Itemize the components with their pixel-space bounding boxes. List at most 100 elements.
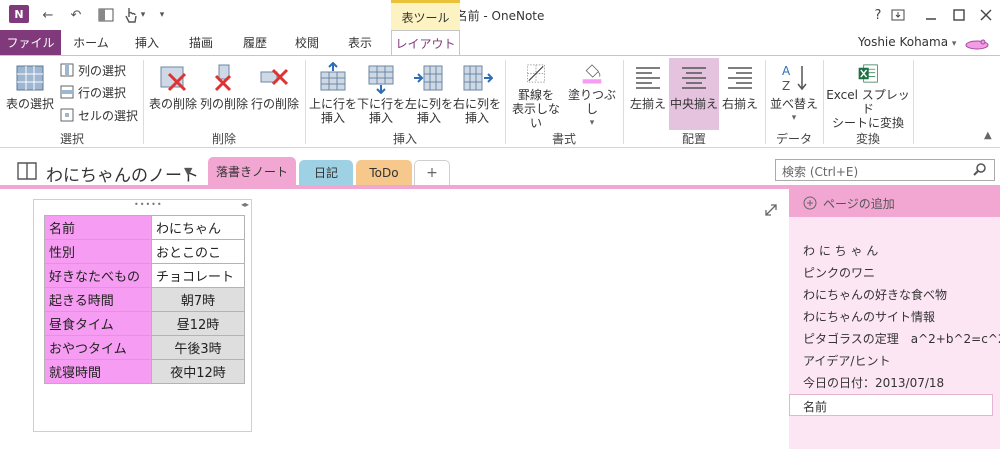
- tab-insert[interactable]: 挿入: [124, 30, 170, 55]
- align-right-label: 右揃え: [721, 97, 758, 111]
- align-center-icon: [682, 67, 706, 89]
- sort-button[interactable]: AZ 並べ替え ▾: [768, 58, 820, 130]
- align-left-icon: [636, 67, 660, 89]
- insert-column-left-button[interactable]: 左に列を 挿入: [405, 58, 453, 130]
- section-tab-diary[interactable]: 日記: [299, 160, 353, 185]
- tab-history[interactable]: 履歴: [232, 30, 278, 55]
- tab-review[interactable]: 校閲: [284, 30, 330, 55]
- page-item[interactable]: ピタゴラスの定理 a^2+b^2=c^2: [803, 330, 1000, 347]
- group-separator: [823, 60, 824, 144]
- search-icon[interactable]: [972, 162, 988, 179]
- align-center-button[interactable]: 中央揃え: [669, 58, 719, 130]
- touch-dropdown-icon[interactable]: ▾: [138, 5, 148, 25]
- table-key-cell[interactable]: 起きる時間: [44, 287, 152, 312]
- table-key-cell[interactable]: 名前: [44, 215, 152, 240]
- delete-table-button[interactable]: 表の削除: [148, 58, 198, 130]
- table-value-cell[interactable]: チョコレート: [151, 263, 245, 288]
- add-page-label: ページの追加: [823, 196, 895, 211]
- select-rows-label: 行の選択: [78, 85, 127, 100]
- select-rows-button[interactable]: 行の選択: [60, 82, 126, 102]
- insert-row-below-button[interactable]: 下に行を 挿入: [357, 58, 405, 130]
- add-section-button[interactable]: +: [414, 160, 450, 185]
- table-value-cell[interactable]: 夜中12時: [151, 359, 245, 384]
- minimize-icon[interactable]: [920, 5, 942, 25]
- delete-group-label: 削除: [211, 132, 236, 146]
- table-key-cell[interactable]: 就寝時間: [44, 359, 152, 384]
- table-value-cell[interactable]: 昼12時: [151, 311, 245, 336]
- section-tab-todo[interactable]: ToDo: [356, 160, 412, 185]
- table-row: 性別 おとこのこ: [44, 239, 245, 264]
- tab-home[interactable]: ホーム: [66, 30, 116, 55]
- search-input[interactable]: 検索 (Ctrl+E): [775, 159, 995, 181]
- shading-button[interactable]: 塗りつぶし ▾: [564, 58, 620, 130]
- notebook-dropdown-icon[interactable]: ▼: [184, 165, 192, 178]
- align-left-button[interactable]: 左揃え: [627, 58, 669, 130]
- delete-rows-icon: [260, 68, 289, 86]
- table-key-cell[interactable]: おやつタイム: [44, 335, 152, 360]
- maximize-icon[interactable]: [948, 5, 970, 25]
- shading-dropdown-icon[interactable]: ▾: [590, 116, 595, 130]
- title-bar: N ← ↶ ▾ ▾ 名前 - OneNote 表ツール ?: [0, 0, 1000, 30]
- table-value-cell[interactable]: おとこのこ: [151, 239, 245, 264]
- container-move-handle[interactable]: •••••: [134, 200, 163, 209]
- page-item[interactable]: わにちゃんの好きな食べ物: [803, 286, 947, 303]
- close-icon[interactable]: [975, 5, 997, 25]
- notebook-name[interactable]: わにちゃんのノート: [46, 161, 199, 186]
- insert-row-above-icon: [320, 62, 346, 91]
- tab-layout[interactable]: レイアウト: [391, 30, 460, 55]
- select-table-label: 表の選択: [5, 97, 54, 111]
- data-group-label: データ: [775, 132, 812, 146]
- table-key-cell[interactable]: 性別: [44, 239, 152, 264]
- insert-row-above-button[interactable]: 上に行を 挿入: [309, 58, 357, 130]
- ribbon: 表の選択 列の選択 行の選択 セルの選択 選択 表の削除 列の削除 行の削除 削…: [0, 55, 1000, 148]
- insert-column-right-icon: [463, 65, 493, 91]
- account-name[interactable]: Yoshie Kohama ▾: [858, 35, 956, 49]
- dock-icon[interactable]: [95, 5, 117, 25]
- customize-qat-icon[interactable]: ▾: [155, 5, 169, 25]
- crocodile-avatar-icon[interactable]: [964, 38, 990, 53]
- add-page-button[interactable]: ページの追加: [789, 189, 1000, 217]
- tab-view[interactable]: 表示: [337, 30, 383, 55]
- delete-columns-button[interactable]: 列の削除: [199, 58, 249, 130]
- page-item[interactable]: ピンクのワニ: [803, 264, 875, 281]
- page-item[interactable]: わにちゃんのサイト情報: [803, 308, 935, 325]
- sort-dropdown-icon[interactable]: ▾: [792, 111, 797, 125]
- select-table-button[interactable]: 表の選択: [4, 58, 56, 130]
- page-item-current[interactable]: 名前: [789, 394, 993, 416]
- account-dropdown-icon[interactable]: ▾: [952, 39, 957, 49]
- tab-file[interactable]: ファイル: [0, 30, 61, 55]
- insert-row-below-label-2: 挿入: [368, 111, 393, 125]
- table-value-cell[interactable]: 朝7時: [151, 287, 245, 312]
- page-canvas[interactable]: ••••• ◂▸ 名前 わにちゃん 性別 おとこのこ 好きなたべもの チョコレート 起きる時…: [0, 189, 789, 449]
- full-page-view-icon[interactable]: [887, 5, 909, 25]
- help-button[interactable]: ?: [867, 5, 889, 25]
- convert-to-excel-button[interactable]: Excel スプレッド シートに変換: [826, 58, 910, 130]
- select-cell-button[interactable]: セルの選択: [60, 105, 138, 125]
- tab-draw[interactable]: 描画: [178, 30, 224, 55]
- back-icon[interactable]: ←: [38, 5, 58, 25]
- container-resize-handle[interactable]: ◂▸: [241, 200, 249, 209]
- collapse-ribbon-icon[interactable]: ▲: [984, 130, 992, 141]
- page-item[interactable]: わ に ち ゃ ん: [803, 242, 878, 259]
- page-item[interactable]: アイデア/ヒント: [803, 352, 890, 369]
- select-columns-label: 列の選択: [78, 63, 127, 78]
- undo-icon[interactable]: ↶: [66, 5, 86, 25]
- expand-page-icon[interactable]: [764, 203, 778, 220]
- table-key-cell[interactable]: 好きなたべもの: [44, 263, 152, 288]
- note-container[interactable]: ••••• ◂▸ 名前 わにちゃん 性別 おとこのこ 好きなたべもの チョコレート 起きる時…: [33, 199, 252, 432]
- format-group-label: 書式: [551, 132, 576, 146]
- insert-column-right-button[interactable]: 右に列を 挿入: [453, 58, 501, 130]
- table-key-cell[interactable]: 昼食タイム: [44, 311, 152, 336]
- align-right-button[interactable]: 右揃え: [719, 58, 761, 130]
- insert-column-right-label-2: 挿入: [464, 111, 489, 125]
- group-separator: [305, 60, 306, 144]
- hide-borders-button[interactable]: 罫線を 表示しない: [508, 58, 564, 130]
- page-item[interactable]: 今日の日付：2013/07/18: [803, 374, 944, 391]
- section-tab-scribble[interactable]: 落書きノート: [208, 157, 296, 186]
- table-value-cell[interactable]: 午後3時: [151, 335, 245, 360]
- svg-text:A: A: [782, 64, 791, 78]
- onenote-logo-icon: N: [9, 5, 29, 23]
- select-columns-button[interactable]: 列の選択: [60, 60, 126, 80]
- table-value-cell[interactable]: わにちゃん: [151, 215, 245, 240]
- delete-rows-button[interactable]: 行の削除: [250, 58, 300, 130]
